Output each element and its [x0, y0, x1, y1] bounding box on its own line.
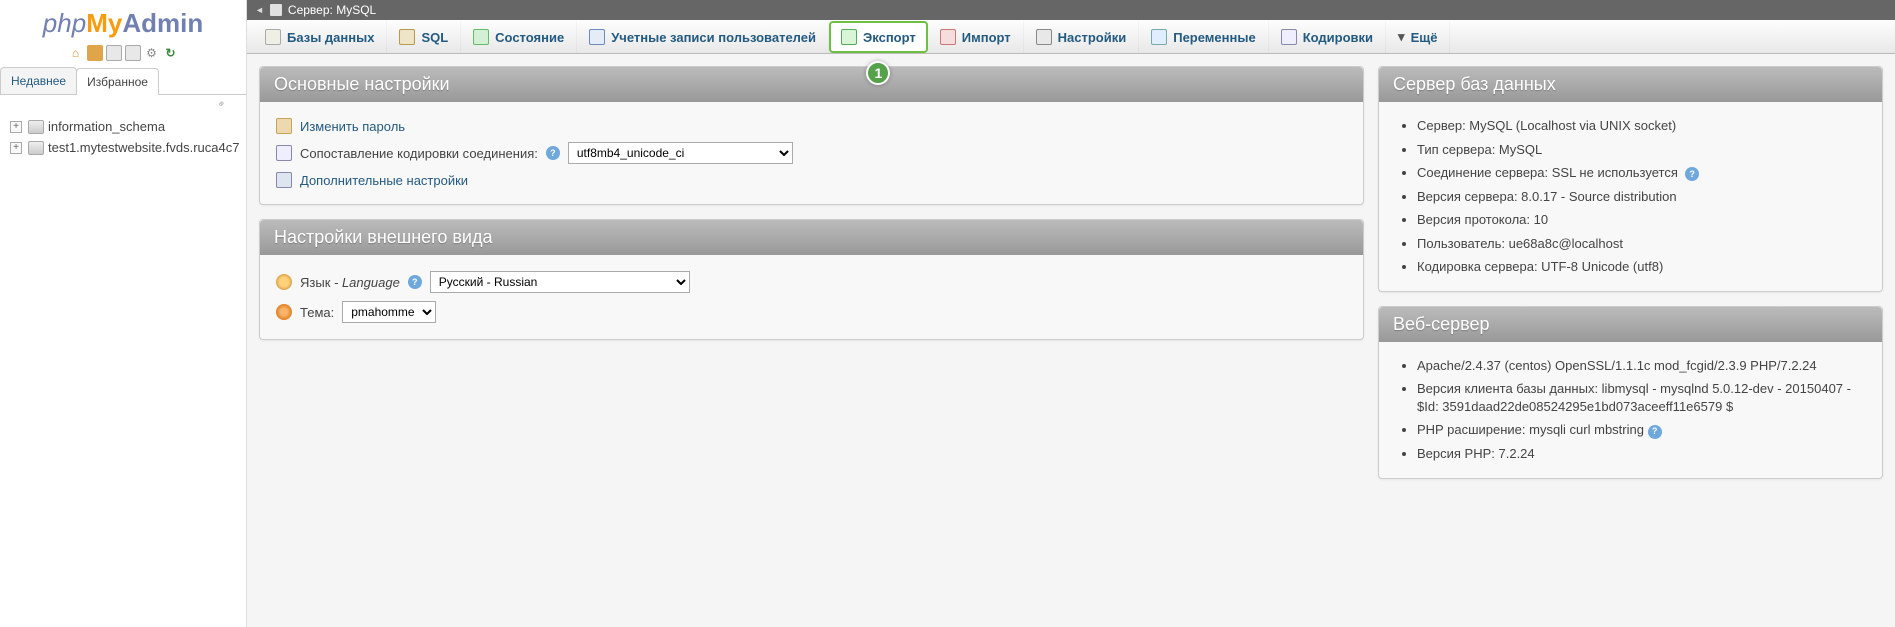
sidebar-quicklinks: ⌂ ⚙ ↻ — [0, 43, 246, 67]
tree-item[interactable]: + information_schema — [10, 116, 246, 137]
info-item: PHP расширение: mysqli curl mbstring ? — [1417, 418, 1866, 442]
users-icon — [589, 29, 605, 45]
collation-label: Сопоставление кодировки соединения: — [300, 146, 538, 161]
tab-charsets[interactable]: Кодировки — [1269, 21, 1386, 53]
reload-icon[interactable]: ↻ — [163, 45, 179, 61]
panel-title: Основные настройки — [260, 67, 1363, 102]
info-item: Версия клиента базы данных: libmysql - m… — [1417, 377, 1866, 418]
more-settings-link[interactable]: Дополнительные настройки — [300, 173, 468, 188]
logo-my: My — [86, 8, 122, 38]
collation-select[interactable]: utf8mb4_unicode_ci — [568, 142, 793, 164]
settings-tab-icon — [1036, 29, 1052, 45]
info-item: Пользователь: ue68a8c@localhost — [1417, 232, 1866, 256]
theme-icon — [276, 304, 292, 320]
info-item: Кодировка сервера: UTF-8 Unicode (utf8) — [1417, 255, 1866, 279]
help-icon[interactable]: ? — [546, 146, 560, 160]
logo-admin: Admin — [122, 8, 203, 38]
panel-web-server: Веб-сервер Apache/2.4.37 (centos) OpenSS… — [1378, 306, 1883, 479]
tab-status[interactable]: Состояние — [461, 21, 577, 53]
charsets-icon — [1281, 29, 1297, 45]
sql-icon — [399, 29, 415, 45]
panel-general-settings: Основные настройки Изменить пароль Сопос… — [259, 66, 1364, 205]
wrench-icon — [276, 172, 292, 188]
more-icon: ▾ — [1398, 29, 1405, 45]
tab-users[interactable]: Учетные записи пользователей — [577, 21, 829, 53]
info-item: Соединение сервера: SSL не используется … — [1417, 161, 1866, 185]
info-item: Версия PHP: 7.2.24 — [1417, 442, 1866, 466]
change-password-link[interactable]: Изменить пароль — [300, 119, 405, 134]
theme-label: Тема: — [300, 305, 334, 320]
main: ◄ Сервер: MySQL Базы данных SQL Состояни… — [247, 0, 1895, 627]
import-icon — [940, 29, 956, 45]
tab-label: Базы данных — [287, 30, 374, 45]
sql-docs-icon[interactable] — [125, 45, 141, 61]
language-label: Язык - Language — [300, 275, 400, 290]
tab-label: Кодировки — [1303, 30, 1373, 45]
panel-title: Веб-сервер — [1379, 307, 1882, 342]
language-select[interactable]: Русский - Russian — [430, 271, 690, 293]
info-item: Сервер: MySQL (Localhost via UNIX socket… — [1417, 114, 1866, 138]
status-icon — [473, 29, 489, 45]
help-icon[interactable]: ? — [408, 275, 422, 289]
panel-title: Сервер баз данных — [1379, 67, 1882, 102]
tree-item-label: information_schema — [48, 119, 165, 134]
database-icon — [28, 141, 44, 155]
help-icon[interactable]: ? — [1648, 425, 1662, 439]
logout-icon[interactable] — [87, 45, 103, 61]
tab-recent[interactable]: Недавнее — [0, 67, 77, 94]
sidebar-tabs: Недавнее Избранное — [0, 67, 246, 95]
database-icon — [28, 120, 44, 134]
back-arrow-icon[interactable]: ◄ — [255, 5, 264, 15]
home-icon[interactable]: ⌂ — [68, 45, 84, 61]
tree-item-label: test1.mytestwebsite.fvds.ruca4c7 — [48, 140, 239, 155]
help-icon[interactable]: ? — [1685, 167, 1699, 181]
info-item: Версия сервера: 8.0.17 - Source distribu… — [1417, 185, 1866, 209]
server-breadcrumb[interactable]: Сервер: MySQL — [288, 3, 376, 17]
tab-label: Переменные — [1173, 30, 1255, 45]
logo[interactable]: phpMyAdmin — [0, 0, 246, 43]
expand-icon[interactable]: + — [10, 121, 22, 133]
tab-export[interactable]: Экспорт — [829, 21, 928, 53]
tab-label: Ещё — [1411, 30, 1438, 45]
tab-more[interactable]: ▾ Ещё — [1386, 21, 1450, 53]
tab-sql[interactable]: SQL — [387, 21, 461, 53]
info-item: Apache/2.4.37 (centos) OpenSSL/1.1.1c mo… — [1417, 354, 1866, 378]
docs-icon[interactable] — [106, 45, 122, 61]
expand-icon[interactable]: + — [10, 142, 22, 154]
variables-icon — [1151, 29, 1167, 45]
callout-1: 1 — [866, 61, 890, 85]
language-icon — [276, 274, 292, 290]
theme-select[interactable]: pmahomme — [342, 301, 436, 323]
panel-db-server: Сервер баз данных Сервер: MySQL (Localho… — [1378, 66, 1883, 292]
info-item: Тип сервера: MySQL — [1417, 138, 1866, 162]
server-icon — [270, 4, 282, 16]
panel-appearance: Настройки внешнего вида Язык - Language … — [259, 219, 1364, 340]
lock-icon — [276, 118, 292, 134]
tab-databases[interactable]: Базы данных — [253, 21, 387, 53]
tab-import[interactable]: Импорт — [928, 21, 1024, 53]
charset-icon — [276, 145, 292, 161]
panel-title: Настройки внешнего вида — [260, 220, 1363, 255]
tab-label: Состояние — [495, 30, 564, 45]
topmenu: Базы данных SQL Состояние Учетные записи… — [247, 20, 1895, 54]
tab-favorites[interactable]: Избранное — [76, 68, 159, 95]
tab-label: Импорт — [962, 30, 1011, 45]
info-item: Версия протокола: 10 — [1417, 208, 1866, 232]
tab-variables[interactable]: Переменные — [1139, 21, 1268, 53]
tab-label: Учетные записи пользователей — [611, 30, 816, 45]
db-tree: + information_schema + test1.mytestwebsi… — [0, 112, 246, 158]
tab-settings[interactable]: Настройки — [1024, 21, 1140, 53]
tab-label: Настройки — [1058, 30, 1127, 45]
tab-label: SQL — [421, 30, 448, 45]
export-icon — [841, 29, 857, 45]
settings-icon[interactable]: ⚙ — [144, 45, 160, 61]
breadcrumb-header: ◄ Сервер: MySQL — [247, 0, 1895, 20]
databases-icon — [265, 29, 281, 45]
tree-item[interactable]: + test1.mytestwebsite.fvds.ruca4c7 — [10, 137, 246, 158]
tab-label: Экспорт — [863, 30, 916, 45]
sidebar: phpMyAdmin ⌂ ⚙ ↻ Недавнее Избранное ⚭ + … — [0, 0, 247, 627]
collapse-icon[interactable]: ⚭ — [0, 95, 246, 112]
logo-php: php — [43, 8, 86, 38]
